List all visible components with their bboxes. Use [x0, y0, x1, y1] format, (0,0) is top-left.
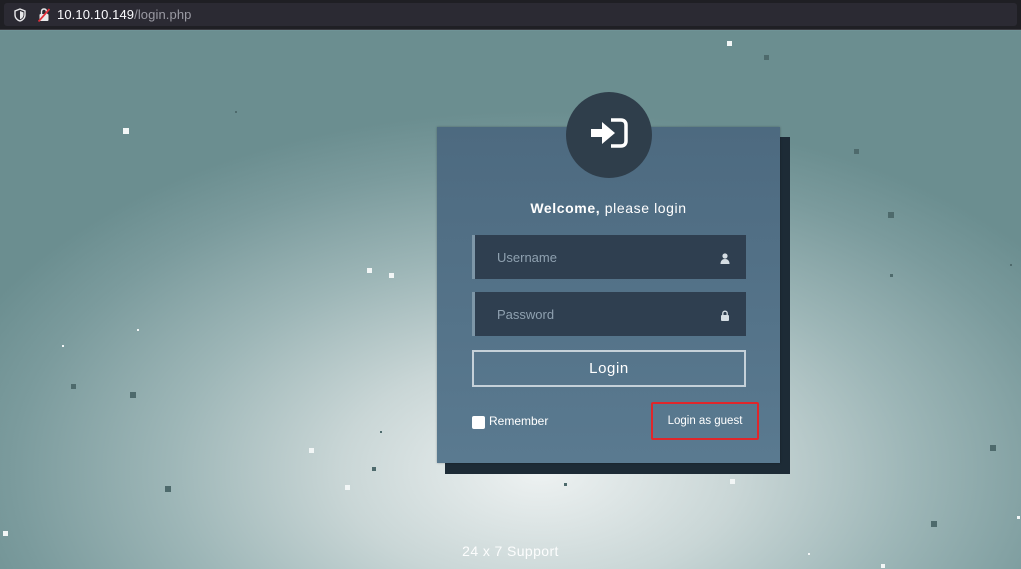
welcome-rest: please login: [600, 200, 687, 216]
particle: [990, 445, 996, 451]
shield-icon[interactable]: [14, 7, 26, 22]
particle: [854, 149, 859, 154]
welcome-heading: Welcome, please login: [437, 200, 780, 216]
username-field-wrapper: [472, 235, 746, 279]
particle: [764, 55, 769, 60]
url-text[interactable]: 10.10.10.149/login.php: [57, 7, 192, 22]
particle: [888, 212, 894, 218]
remember-label: Remember: [489, 413, 549, 428]
login-avatar: [566, 92, 652, 178]
particle: [71, 384, 76, 389]
particle: [931, 521, 937, 527]
particle: [564, 483, 567, 486]
particle: [137, 329, 139, 331]
particle: [235, 111, 237, 113]
particle: [890, 274, 893, 277]
particle: [389, 273, 394, 278]
password-field-wrapper: [472, 292, 746, 336]
particle: [3, 531, 8, 536]
welcome-bold: Welcome,: [530, 200, 601, 216]
remember-checkbox-label[interactable]: Remember: [472, 412, 548, 429]
particle: [1017, 516, 1020, 519]
login-button[interactable]: Login: [472, 350, 746, 387]
address-bar[interactable]: 10.10.10.149/login.php: [4, 3, 1017, 26]
user-icon: [720, 251, 730, 264]
password-input[interactable]: [475, 292, 746, 336]
sign-in-icon: [589, 116, 629, 155]
url-host: 10.10.10.149: [57, 7, 135, 22]
particle: [367, 268, 372, 273]
particle: [165, 486, 171, 492]
insecure-lock-icon[interactable]: [37, 7, 51, 22]
username-input[interactable]: [475, 235, 746, 279]
particle: [130, 392, 136, 398]
particle: [1010, 264, 1012, 266]
support-footer: 24 x 7 Support: [462, 543, 559, 559]
remember-checkbox[interactable]: [472, 416, 485, 429]
lock-icon: [720, 308, 730, 321]
particle: [123, 128, 129, 134]
particle: [62, 345, 64, 347]
particle: [730, 479, 735, 484]
url-path: /login.php: [134, 7, 192, 22]
particle: [309, 448, 314, 453]
particle: [881, 564, 885, 568]
particle: [345, 485, 350, 490]
particle: [372, 467, 376, 471]
particle: [727, 41, 732, 46]
particle: [380, 431, 382, 433]
browser-toolbar: 10.10.10.149/login.php: [0, 0, 1021, 30]
login-as-guest-link[interactable]: Login as guest: [651, 402, 759, 440]
